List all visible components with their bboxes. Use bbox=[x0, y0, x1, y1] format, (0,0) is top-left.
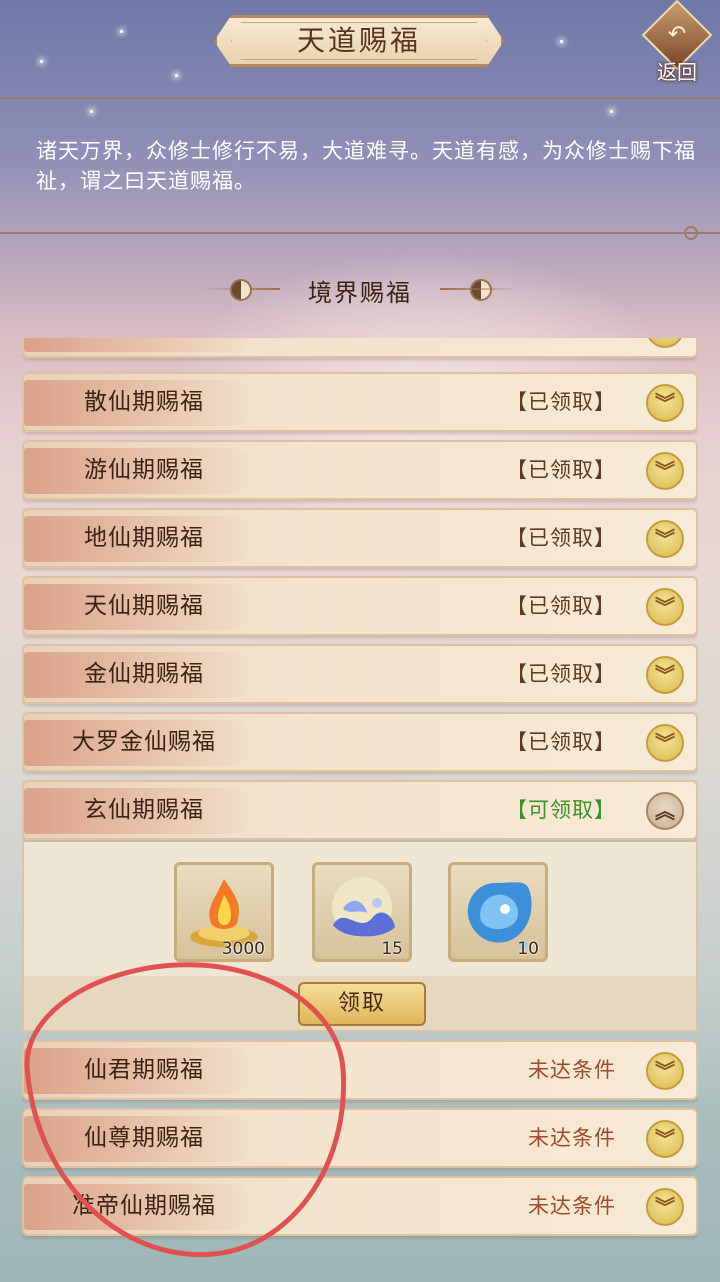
divider-bottom bbox=[0, 232, 720, 234]
chevron-down-icon[interactable]: ︾ bbox=[646, 1052, 684, 1090]
reward-item[interactable]: 15 bbox=[312, 862, 412, 962]
chevron-down-icon[interactable]: ︾ bbox=[646, 724, 684, 762]
row-name: 天仙期赐福 bbox=[84, 593, 204, 619]
chevron-down-icon[interactable]: ︾ bbox=[646, 656, 684, 694]
row-status: 未达条件 bbox=[528, 1058, 616, 1082]
chevron-down-icon[interactable]: ︾ bbox=[646, 520, 684, 558]
list-item[interactable]: 大罗金仙赐福 【已领取】 ︾ bbox=[22, 712, 698, 772]
row-name: 人仙期赐福 bbox=[54, 338, 234, 356]
row-status: 【已领取】 bbox=[506, 458, 616, 482]
chevron-down-icon[interactable]: ︾ bbox=[646, 588, 684, 626]
reward-count: 3000 bbox=[221, 939, 265, 959]
intro-text: 诸天万界，众修士修行不易，大道难寻。天道有感，为众修士赐下福祉，谓之曰天道赐福。 bbox=[36, 139, 696, 193]
reward-item[interactable]: 3000 bbox=[174, 862, 274, 962]
row-name: 游仙期赐福 bbox=[84, 457, 204, 483]
section-title: 境界赐福 bbox=[308, 279, 412, 307]
ornament-right bbox=[440, 288, 520, 290]
chevron-down-icon[interactable]: ︾ bbox=[646, 1120, 684, 1158]
list-item[interactable]: 地仙期赐福 【已领取】 ︾ bbox=[22, 508, 698, 568]
row-status: 【已领取】 bbox=[506, 390, 616, 414]
list-item[interactable]: 玄仙期赐福 【可领取】 ︽ bbox=[22, 780, 698, 840]
row-name: 大罗金仙赐福 bbox=[72, 729, 216, 755]
row-status: 【可领取】 bbox=[506, 798, 616, 822]
row-name: 玄仙期赐福 bbox=[84, 797, 204, 823]
row-status: 【已领取】 bbox=[506, 662, 616, 686]
divider-top bbox=[0, 97, 720, 99]
reward-item[interactable]: 10 bbox=[448, 862, 548, 962]
back-label: 返回 bbox=[657, 60, 697, 84]
row-name: 地仙期赐福 bbox=[84, 525, 204, 551]
chevron-down-icon[interactable]: ︾ bbox=[646, 338, 684, 348]
reward-count: 10 bbox=[517, 939, 539, 959]
page-title: 天道赐福 bbox=[296, 24, 421, 57]
chevron-down-icon[interactable]: ︾ bbox=[646, 1188, 684, 1226]
chevron-down-icon[interactable]: ︾ bbox=[646, 384, 684, 422]
row-status: 未达条件 bbox=[528, 1194, 616, 1218]
list-item[interactable]: 散仙期赐福 【已领取】 ︾ bbox=[22, 372, 698, 432]
reward-count: 15 bbox=[381, 939, 403, 959]
list-item[interactable]: 游仙期赐福 【已领取】 ︾ bbox=[22, 440, 698, 500]
back-arrow-icon: ↶ bbox=[667, 22, 687, 47]
back-button[interactable]: ↶ 返回 bbox=[641, 0, 713, 84]
divider-curl bbox=[684, 226, 698, 240]
row-status: 【已领取】 bbox=[506, 594, 616, 618]
row-name: 金仙期赐福 bbox=[84, 661, 204, 687]
chevron-down-icon[interactable]: ︾ bbox=[646, 452, 684, 490]
yin-yang-icon bbox=[470, 279, 492, 301]
list-item[interactable]: 人仙期赐福 【已领取】 ︾ bbox=[22, 338, 698, 358]
row-status: 未达条件 bbox=[528, 1126, 616, 1150]
row-status: 【已领取】 bbox=[506, 338, 616, 356]
chevron-up-icon[interactable]: ︽ bbox=[646, 792, 684, 830]
list-item[interactable]: 金仙期赐福 【已领取】 ︾ bbox=[22, 644, 698, 704]
row-status: 【已领取】 bbox=[506, 526, 616, 550]
row-name: 散仙期赐福 bbox=[84, 389, 204, 415]
list-item[interactable]: 天仙期赐福 【已领取】 ︾ bbox=[22, 576, 698, 636]
row-status: 【已领取】 bbox=[506, 730, 616, 754]
